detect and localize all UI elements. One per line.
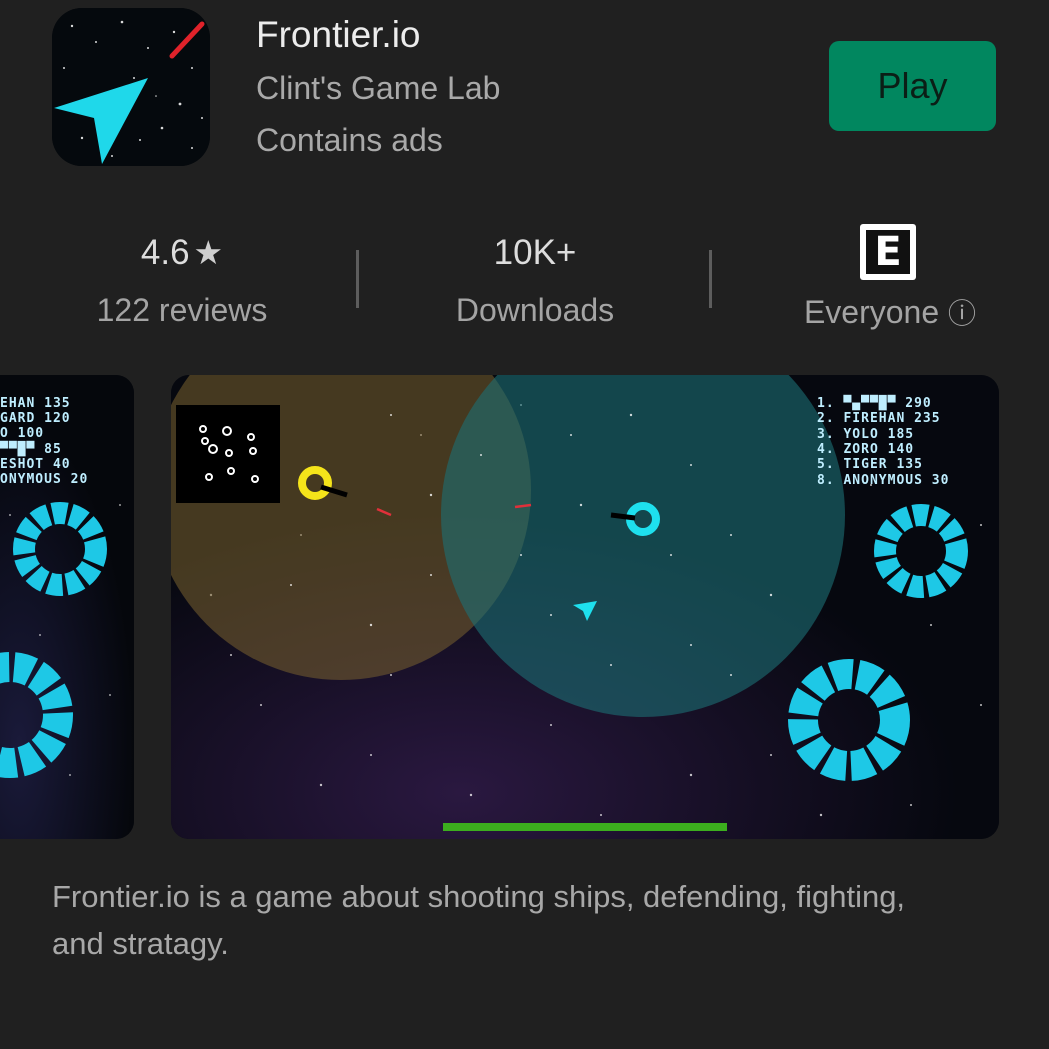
- screenshot-gameplay[interactable]: 1. ▀▄▀▀█▀ 290 2. FIREHAN 235 3. YOLO 185…: [171, 375, 999, 839]
- leaderboard-entry: ESHOT 40: [0, 457, 71, 472]
- downloads-value: 10K+: [493, 233, 577, 272]
- info-icon[interactable]: ⓘ: [948, 298, 976, 329]
- rating-number: 4.6: [140, 233, 190, 272]
- leaderboard-entry: 5. TIGER 135: [817, 457, 923, 472]
- screenshot-thumbnail[interactable]: EHAN 135 GARD 120 O 100 ▀▀█▀ 85 ESHOT 40…: [0, 375, 134, 839]
- rating-value: 4.6 ★: [82, 233, 282, 273]
- contains-ads-label: Contains ads: [256, 122, 443, 158]
- developer-link[interactable]: Clint's Game Lab: [256, 70, 500, 107]
- content-rating[interactable]: Everyone ⓘ: [770, 292, 1010, 332]
- stats-divider: [709, 250, 712, 308]
- leaderboard-entry: EHAN 135: [0, 396, 71, 411]
- health-bar: [443, 823, 727, 831]
- leaderboard-entry: ONYMOUS 20: [0, 472, 88, 487]
- play-button[interactable]: Play: [829, 41, 996, 131]
- reviews-count[interactable]: 122 reviews: [72, 292, 292, 329]
- leaderboard-entry: 1. ▀▄▀▀█▀ 290: [817, 394, 932, 411]
- leaderboard-entry: O 100: [0, 426, 44, 441]
- app-title: Frontier.io: [256, 14, 421, 55]
- content-rating-label: Everyone: [803, 294, 940, 330]
- esrb-everyone-icon: E: [860, 224, 916, 280]
- stats-divider: [356, 250, 359, 308]
- leaderboard-entry: 4. ZORO 140: [817, 442, 914, 457]
- leaderboard-entry: 2. FIREHAN 235: [817, 411, 941, 426]
- leaderboard-entry: 3. YOLO 185: [817, 427, 914, 442]
- minimap: [176, 405, 280, 503]
- leaderboard-entry: 8. ANONYMOUS 30: [817, 473, 949, 488]
- downloads-label: Downloads: [455, 292, 615, 328]
- app-icon: [52, 8, 210, 166]
- leaderboard-entry: ▀▀█▀ 85: [0, 440, 62, 457]
- star-icon: ★: [193, 234, 224, 271]
- leaderboard-entry: GARD 120: [0, 411, 71, 426]
- esrb-letter: E: [866, 230, 910, 274]
- app-description[interactable]: Frontier.io is a game about shooting shi…: [52, 873, 952, 967]
